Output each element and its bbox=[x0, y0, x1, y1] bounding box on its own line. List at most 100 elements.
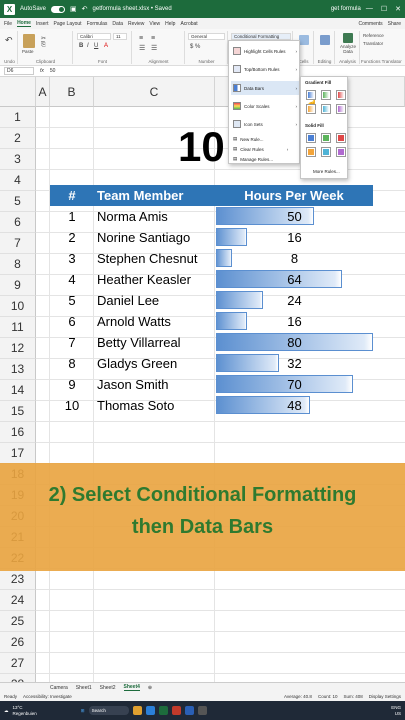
solid-fill-swatch[interactable] bbox=[306, 147, 316, 157]
name-box[interactable]: D6 bbox=[4, 67, 34, 75]
hours-value[interactable]: 80 bbox=[216, 332, 373, 353]
column-header-b[interactable]: B bbox=[50, 77, 94, 107]
menu-new-rule[interactable]: ▤ New Rule... bbox=[233, 136, 264, 142]
edge-icon[interactable] bbox=[145, 706, 155, 715]
sheet-tab-sheet4[interactable]: Sheet4 bbox=[123, 684, 140, 691]
reference-button[interactable]: Reference bbox=[363, 33, 384, 38]
weather-icon[interactable]: ☁ bbox=[4, 708, 9, 714]
row-header[interactable]: 23 bbox=[0, 569, 36, 590]
formula-input[interactable]: 50 bbox=[50, 68, 56, 74]
column-header-a[interactable]: A bbox=[36, 77, 50, 107]
sheet-tab-sheet2[interactable]: Sheet2 bbox=[100, 685, 116, 691]
hours-value[interactable]: 64 bbox=[216, 269, 373, 290]
close-icon[interactable]: ✕ bbox=[395, 5, 401, 13]
italic-icon[interactable]: I bbox=[87, 43, 89, 49]
team-member-name[interactable]: Thomas Soto bbox=[97, 395, 215, 416]
align-center-icon[interactable]: ☰ bbox=[151, 44, 157, 52]
paste-icon[interactable] bbox=[23, 34, 35, 48]
team-member-name[interactable]: Jason Smith bbox=[97, 374, 215, 395]
bold-icon[interactable]: B bbox=[79, 43, 83, 49]
row-header[interactable]: 10 bbox=[0, 296, 36, 317]
start-icon[interactable]: ⊞ bbox=[81, 708, 85, 714]
row-number[interactable]: 10 bbox=[50, 395, 94, 416]
menu-manage-rules[interactable]: ▤ Manage Rules... bbox=[233, 156, 273, 162]
tab-help[interactable]: Help bbox=[165, 21, 175, 27]
taskbar-search[interactable]: Search bbox=[88, 706, 129, 715]
row-number[interactable]: 9 bbox=[50, 374, 94, 395]
tab-review[interactable]: Review bbox=[128, 21, 144, 27]
menu-icon-sets[interactable]: Icon Sets › bbox=[231, 117, 299, 131]
tab-data[interactable]: Data bbox=[112, 21, 123, 27]
team-member-name[interactable]: Arnold Watts bbox=[97, 311, 215, 332]
cells-icon[interactable] bbox=[299, 35, 309, 45]
row-header[interactable]: 8 bbox=[0, 254, 36, 275]
hours-value[interactable]: 8 bbox=[216, 248, 373, 269]
undo-button-icon[interactable]: ↶ bbox=[5, 35, 13, 46]
align-top-icon[interactable]: ≡ bbox=[139, 35, 143, 42]
tab-view[interactable]: View bbox=[149, 21, 160, 27]
row-number[interactable]: 3 bbox=[50, 248, 94, 269]
row-header[interactable]: 25 bbox=[0, 611, 36, 632]
solid-fill-swatch[interactable] bbox=[336, 133, 346, 143]
row-header[interactable]: 5 bbox=[0, 191, 36, 212]
row-number[interactable]: 6 bbox=[50, 311, 94, 332]
header-hours-per-week[interactable]: Hours Per Week bbox=[215, 185, 373, 206]
hours-value[interactable]: 50 bbox=[216, 206, 373, 227]
team-member-name[interactable]: Gladys Green bbox=[97, 353, 215, 374]
solid-fill-swatch[interactable] bbox=[336, 147, 346, 157]
editing-icon[interactable] bbox=[320, 35, 330, 45]
underline-icon[interactable]: U bbox=[94, 43, 98, 49]
header-team-member[interactable]: Team Member bbox=[94, 185, 215, 206]
row-number[interactable]: 1 bbox=[50, 206, 94, 227]
tab-page-layout[interactable]: Page Layout bbox=[53, 21, 81, 27]
row-header[interactable]: 16 bbox=[0, 422, 36, 443]
word-icon[interactable] bbox=[184, 706, 194, 715]
analyze-data-icon[interactable] bbox=[343, 33, 353, 43]
row-header[interactable]: 13 bbox=[0, 359, 36, 380]
row-number[interactable]: 8 bbox=[50, 353, 94, 374]
powerpoint-icon[interactable] bbox=[171, 706, 181, 715]
hours-value[interactable]: 16 bbox=[216, 311, 373, 332]
more-rules-link[interactable]: More Rules... bbox=[313, 169, 340, 174]
row-header[interactable]: 27 bbox=[0, 653, 36, 674]
translator-button[interactable]: Translator bbox=[363, 41, 383, 46]
tab-insert[interactable]: Insert bbox=[36, 21, 49, 27]
add-sheet-icon[interactable]: ⊕ bbox=[148, 685, 152, 691]
row-number[interactable]: 7 bbox=[50, 332, 94, 353]
conditional-formatting-button[interactable]: Conditional Formatting bbox=[231, 33, 291, 40]
font-size-select[interactable]: 11 bbox=[113, 33, 127, 40]
tab-acrobat[interactable]: Acrobat bbox=[180, 21, 197, 27]
file-explorer-icon[interactable] bbox=[132, 706, 142, 715]
tab-home[interactable]: Home bbox=[17, 20, 31, 27]
gradient-fill-swatch[interactable] bbox=[306, 90, 316, 100]
undo-icon[interactable]: ↶ bbox=[82, 5, 88, 13]
row-header[interactable]: 12 bbox=[0, 338, 36, 359]
copy-icon[interactable]: ⎘ bbox=[41, 42, 46, 49]
excel-taskbar-icon[interactable] bbox=[158, 706, 168, 715]
gradient-fill-swatch[interactable] bbox=[321, 104, 331, 114]
team-member-name[interactable]: Betty Villarreal bbox=[97, 332, 215, 353]
row-header[interactable]: 9 bbox=[0, 275, 36, 296]
team-member-name[interactable]: Heather Keasler bbox=[97, 269, 215, 290]
menu-clear-rules[interactable]: ▤ Clear Rules › bbox=[233, 146, 288, 152]
gradient-fill-swatch[interactable] bbox=[306, 104, 316, 114]
column-header-c[interactable]: C bbox=[94, 77, 215, 107]
team-member-name[interactable]: Daniel Lee bbox=[97, 290, 215, 311]
tab-formulas[interactable]: Formulas bbox=[87, 21, 108, 27]
row-number[interactable]: 4 bbox=[50, 269, 94, 290]
save-icon[interactable]: ▣ bbox=[70, 5, 77, 13]
comments-button[interactable]: Comments bbox=[358, 21, 382, 27]
hours-value[interactable]: 24 bbox=[216, 290, 373, 311]
solid-fill-swatch[interactable] bbox=[306, 133, 316, 143]
hours-value[interactable]: 32 bbox=[216, 353, 373, 374]
hours-value[interactable]: 70 bbox=[216, 374, 373, 395]
sheet-tab-camera[interactable]: Camera bbox=[50, 685, 68, 691]
row-header[interactable]: 7 bbox=[0, 233, 36, 254]
row-number[interactable]: 5 bbox=[50, 290, 94, 311]
number-format-select[interactable]: General bbox=[188, 33, 225, 40]
cut-icon[interactable]: ✂ bbox=[41, 35, 46, 42]
currency-icon[interactable]: $ % bbox=[190, 44, 200, 50]
sheet-tab-sheet1[interactable]: Sheet1 bbox=[76, 685, 92, 691]
row-header[interactable]: 26 bbox=[0, 632, 36, 653]
row-header[interactable]: 28 bbox=[0, 674, 36, 682]
